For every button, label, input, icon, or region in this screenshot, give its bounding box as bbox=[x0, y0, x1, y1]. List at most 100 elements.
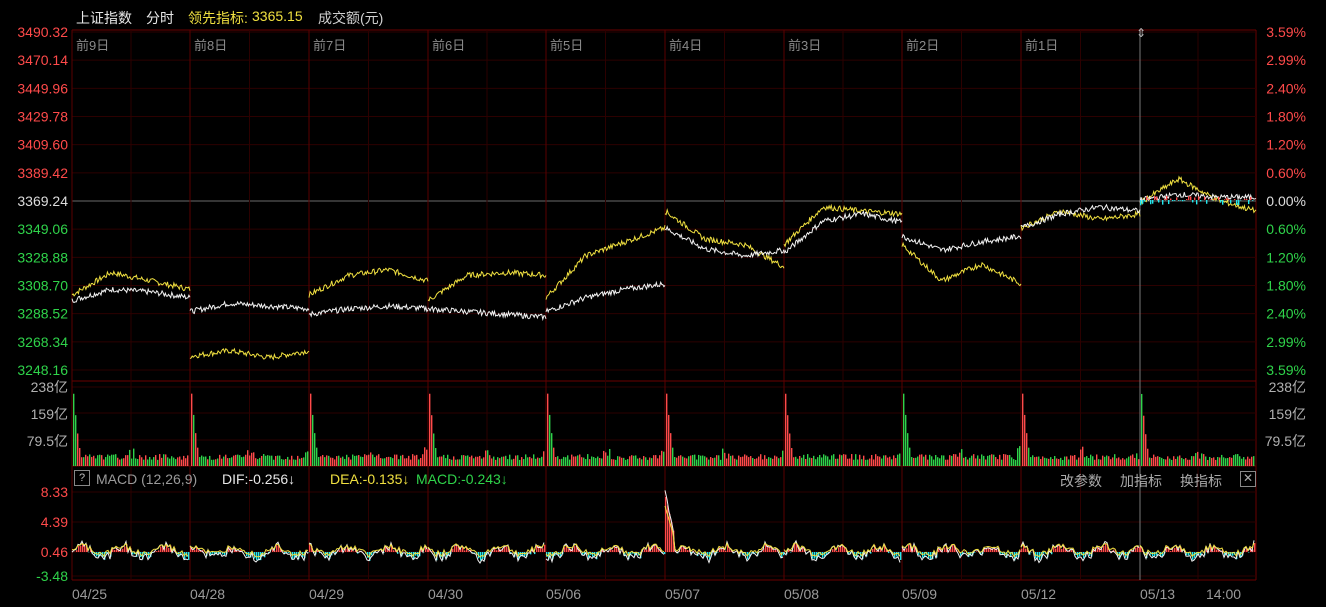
volume-bar bbox=[85, 454, 87, 466]
macd-tick-label: 4.39 bbox=[41, 514, 68, 530]
help-button[interactable]: ? bbox=[74, 470, 90, 486]
volume-bar bbox=[907, 433, 909, 466]
volume-bar bbox=[366, 455, 368, 466]
volume-bar bbox=[312, 414, 314, 466]
volume-bar bbox=[322, 454, 324, 466]
volume-bar bbox=[1118, 457, 1120, 466]
volume-bar bbox=[167, 457, 169, 466]
volume-bar bbox=[549, 414, 551, 466]
diff-bar bbox=[1194, 197, 1196, 200]
volume-bar bbox=[1189, 459, 1191, 466]
volume-bar bbox=[843, 454, 845, 466]
volume-bar bbox=[370, 452, 372, 466]
volume-bar bbox=[698, 454, 700, 466]
volume-bar bbox=[609, 448, 611, 466]
volume-bar bbox=[388, 456, 390, 466]
volume-bar bbox=[766, 458, 768, 466]
volume-bar bbox=[625, 459, 627, 466]
volume-bar bbox=[647, 459, 649, 466]
switch-indicator-button[interactable]: 换指标 bbox=[1180, 471, 1222, 491]
volume-bar bbox=[511, 459, 513, 466]
volume-bar bbox=[700, 455, 702, 466]
volume-bar bbox=[579, 454, 581, 466]
macd-bar bbox=[156, 551, 158, 552]
volume-bar bbox=[754, 458, 756, 466]
volume-bar bbox=[376, 455, 378, 466]
volume-bar bbox=[195, 433, 197, 466]
volume-bar bbox=[1203, 454, 1205, 466]
volume-bar bbox=[1120, 459, 1122, 466]
volume-tick-label: 79.5亿 bbox=[1265, 433, 1306, 449]
macd-bar bbox=[952, 545, 954, 552]
diff-bar bbox=[1176, 197, 1178, 200]
macd-bar bbox=[160, 546, 162, 552]
volume-bar bbox=[799, 455, 801, 466]
volume-bar bbox=[1211, 458, 1213, 466]
volume-bar bbox=[1011, 457, 1013, 466]
macd-bar bbox=[124, 546, 126, 552]
volume-bar bbox=[382, 458, 384, 466]
price-tick-label: 3349.06 bbox=[17, 221, 68, 237]
volume-bar bbox=[821, 457, 823, 466]
volume-bar bbox=[297, 455, 299, 466]
volume-bar bbox=[859, 454, 861, 466]
volume-bar bbox=[1052, 459, 1054, 466]
price-tick-label: 3288.52 bbox=[17, 306, 68, 322]
volume-bar bbox=[157, 459, 159, 466]
macd-bar bbox=[687, 550, 689, 552]
diff-bar bbox=[1244, 198, 1246, 200]
volume-bar bbox=[320, 456, 322, 466]
volume-bar bbox=[479, 455, 481, 466]
macd-name[interactable]: MACD (12,26,9) bbox=[96, 471, 197, 487]
volume-bar bbox=[386, 457, 388, 466]
volume-bars bbox=[73, 393, 1255, 466]
volume-bar bbox=[1082, 446, 1084, 466]
close-icon[interactable]: ✕ bbox=[1240, 471, 1256, 487]
volume-bar bbox=[559, 459, 561, 466]
diff-bar bbox=[1234, 198, 1236, 200]
volume-bar bbox=[336, 456, 338, 466]
volume-bar bbox=[649, 457, 651, 466]
volume-bar bbox=[825, 455, 827, 466]
volume-bar bbox=[525, 454, 527, 466]
intraday-chart[interactable]: ⇕ 3490.32 3470.14 3449.96 3429.78 3409.60 3389… bbox=[0, 0, 1326, 607]
volume-bar bbox=[787, 415, 789, 466]
volume-bar bbox=[267, 455, 269, 466]
volume-bar bbox=[1251, 456, 1253, 466]
change-params-button[interactable]: 改参数 bbox=[1060, 471, 1102, 491]
volume-bar bbox=[111, 454, 113, 466]
macd-bar bbox=[76, 550, 78, 552]
volume-bar bbox=[398, 459, 400, 466]
macd-bar bbox=[168, 548, 170, 552]
volume-bar bbox=[1013, 459, 1015, 466]
macd-bar bbox=[725, 550, 727, 552]
volume-bar bbox=[805, 458, 807, 466]
volume-bar bbox=[437, 457, 439, 466]
volume-bar bbox=[1058, 459, 1060, 466]
volume-bar bbox=[249, 455, 251, 466]
volume-bar bbox=[1044, 457, 1046, 466]
volume-bar bbox=[1030, 457, 1032, 466]
volume-bar bbox=[131, 458, 133, 466]
volume-bar bbox=[1225, 458, 1227, 466]
macd-bar bbox=[198, 550, 200, 552]
macd-bar bbox=[1055, 548, 1057, 552]
volume-bar bbox=[684, 457, 686, 466]
price-tick-label: 3409.60 bbox=[17, 137, 68, 153]
volume-bar bbox=[963, 457, 965, 466]
volume-bar bbox=[133, 448, 135, 466]
volume-bar bbox=[811, 458, 813, 466]
volume-bar bbox=[229, 458, 231, 466]
volume-bar bbox=[823, 454, 825, 466]
macd-bar bbox=[114, 549, 116, 552]
volume-bar bbox=[253, 452, 255, 466]
volume-bar bbox=[435, 448, 437, 466]
volume-bar bbox=[748, 457, 750, 466]
volume-bar bbox=[285, 459, 287, 466]
volume-bar bbox=[1237, 454, 1239, 466]
add-indicator-button[interactable]: 加指标 bbox=[1120, 471, 1162, 491]
volume-bar bbox=[1124, 459, 1126, 466]
volume-bar bbox=[1132, 454, 1134, 466]
percent-tick-label: 2.99% bbox=[1266, 334, 1306, 350]
volume-bar bbox=[690, 455, 692, 466]
